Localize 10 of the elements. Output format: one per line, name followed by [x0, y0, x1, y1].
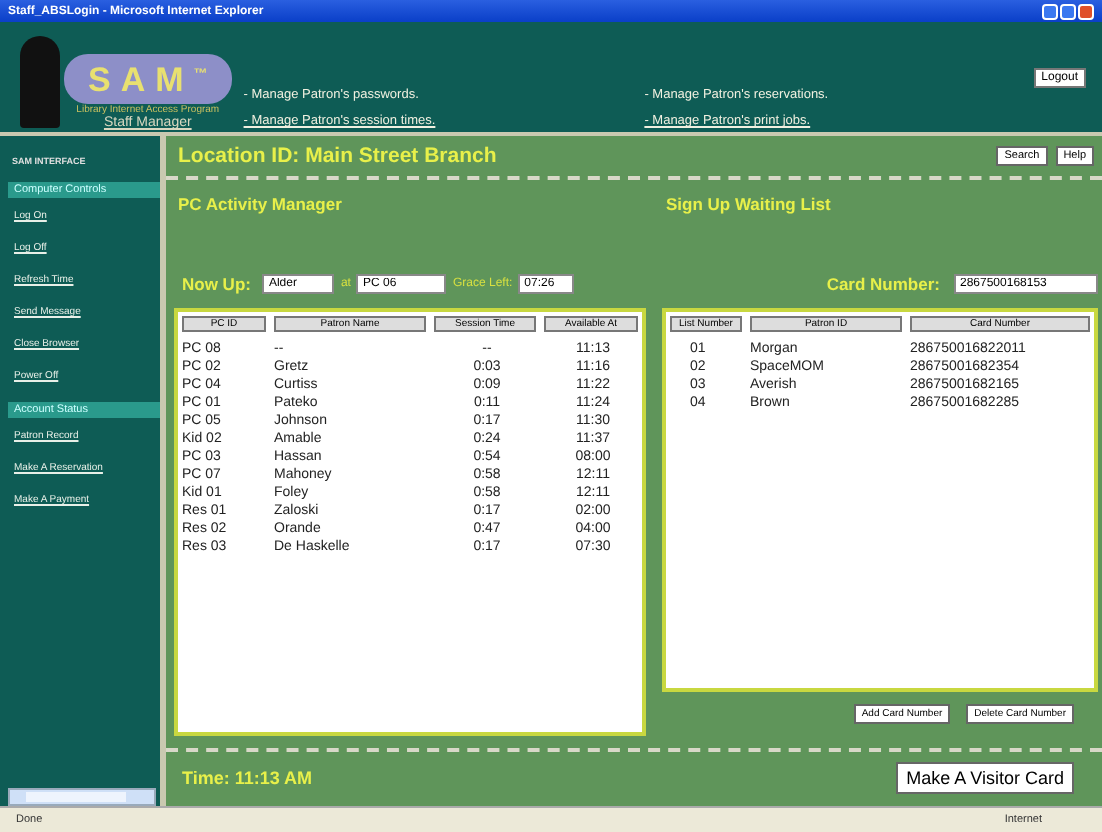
card-number-label: Card Number:	[826, 273, 940, 294]
location-title: Location ID: Main Street Branch	[178, 143, 497, 168]
visitor-card-button[interactable]: Make A Visitor Card	[896, 762, 1074, 795]
panel-title: PC Activity Manager	[176, 193, 344, 218]
now-up-label: Now Up:	[182, 273, 251, 294]
horizontal-scrollbar[interactable]	[8, 788, 156, 806]
panel-title: Sign Up Waiting List	[664, 193, 833, 218]
sam-logo: SAM$^{™}$	[64, 54, 232, 104]
close-icon[interactable]	[1078, 3, 1094, 19]
current-time: Time: 11:13 AM	[182, 768, 313, 789]
